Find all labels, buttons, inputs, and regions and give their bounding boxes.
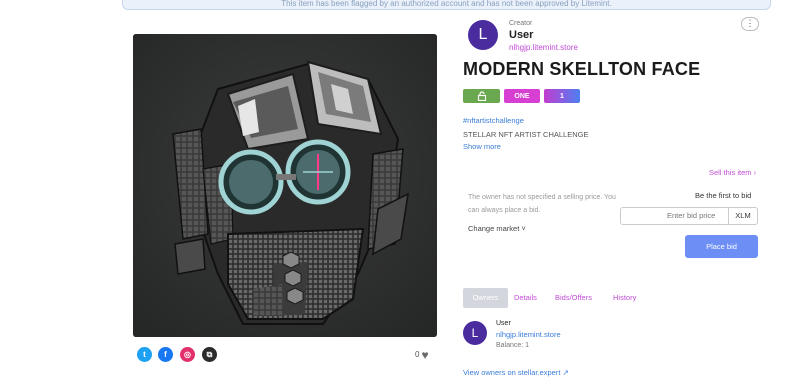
nft-artwork-image[interactable]: [133, 34, 437, 337]
sell-item-link[interactable]: Sell this item ›: [709, 168, 756, 177]
bid-price-placeholder: Enter bid price: [667, 211, 716, 220]
creator-name[interactable]: User: [509, 29, 533, 41]
instagram-icon[interactable]: ◎: [180, 347, 195, 362]
flag-banner: This item has been flagged by an authori…: [122, 0, 771, 10]
heart-icon[interactable]: ♥: [421, 349, 428, 361]
edition-badge: ONE: [504, 89, 540, 103]
tab-bids-offers[interactable]: Bids/Offers: [555, 288, 592, 308]
owner-name: User: [496, 320, 511, 327]
facebook-icon[interactable]: f: [158, 347, 173, 362]
tab-details[interactable]: Details: [514, 288, 537, 308]
unlock-icon: [477, 91, 486, 101]
owner-store-link[interactable]: nlhgjp.litemint.store: [496, 330, 561, 339]
creator-avatar[interactable]: L: [468, 20, 498, 50]
bid-currency-unit: XLM: [728, 208, 757, 224]
tab-owners[interactable]: Owners: [463, 288, 508, 308]
show-more-link[interactable]: Show more: [463, 142, 501, 151]
unlock-badge: [463, 89, 500, 103]
more-options-button[interactable]: ⋮: [741, 17, 759, 31]
copy-link-icon[interactable]: ⧉: [202, 347, 217, 362]
change-market-dropdown[interactable]: Change market ˅: [468, 224, 526, 233]
creator-label: Creator: [509, 20, 533, 27]
owner-avatar[interactable]: L: [463, 321, 487, 345]
twitter-icon[interactable]: t: [137, 347, 152, 362]
bid-price-input[interactable]: Enter bid price XLM: [620, 207, 758, 225]
item-description: STELLAR NFT ARTIST CHALLENGE: [463, 130, 589, 139]
tab-history[interactable]: History: [613, 288, 636, 308]
like-counter[interactable]: 0 ♥: [415, 349, 429, 361]
like-count: 0: [415, 350, 420, 359]
creator-store-link[interactable]: nlhgjp.litemint.store: [509, 43, 578, 52]
place-bid-button[interactable]: Place bid: [685, 235, 758, 258]
first-bid-label: Be the first to bid: [695, 191, 752, 200]
supply-count-badge: 1: [544, 89, 580, 103]
item-title: MODERN SKELLTON FACE: [463, 59, 701, 79]
skeleton-face-illustration: [133, 34, 437, 337]
owner-price-note: The owner has not specified a selling pr…: [468, 194, 616, 214]
owner-balance: Balance: 1: [496, 342, 530, 349]
hashtag-link[interactable]: #nftartistchallenge: [463, 116, 524, 125]
